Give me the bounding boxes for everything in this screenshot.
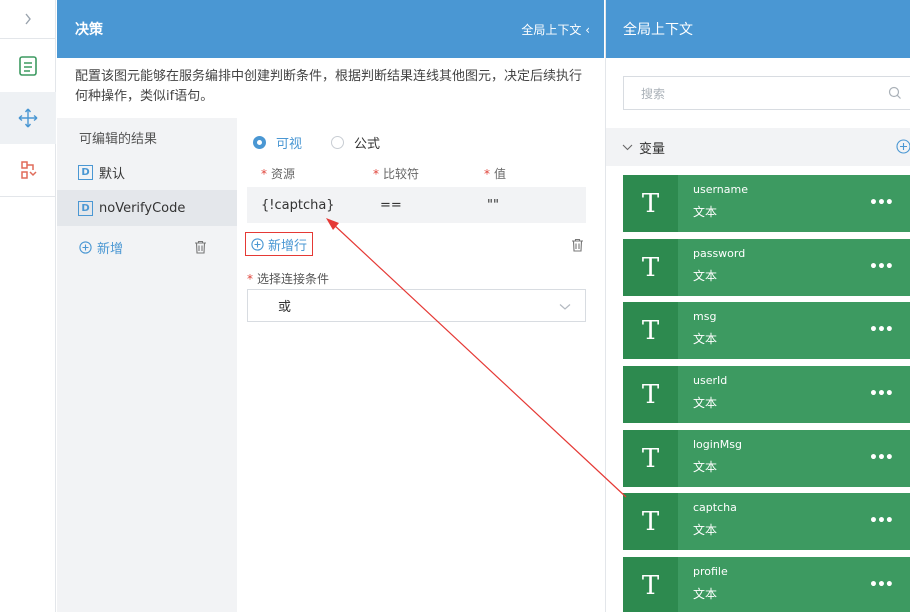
mode-radio-group: 可视 公式 — [253, 133, 380, 152]
decision-description: 配置该图元能够在服务编排中创建判断条件，根据判断结果连线其他图元，决定后续执行何… — [75, 69, 583, 104]
variables-section-label: 变量 — [639, 141, 666, 157]
variable-card[interactable]: T username 文本 ••• — [623, 175, 910, 232]
search-icon[interactable] — [888, 86, 902, 103]
more-options-icon[interactable]: ••• — [869, 259, 894, 275]
variable-type: 文本 — [693, 269, 718, 283]
condition-row[interactable]: {!captcha} == "" — [247, 187, 586, 223]
more-options-icon[interactable]: ••• — [869, 450, 894, 466]
results-list: 可编辑的结果 D 默认 D noVerifyCode 新增 — [57, 118, 237, 612]
plus-circle-icon — [251, 237, 264, 251]
radio-formula[interactable] — [331, 136, 345, 149]
variable-type: 文本 — [693, 523, 718, 537]
variable-card[interactable]: T captcha 文本 ••• — [623, 493, 910, 550]
search-input[interactable]: 搜索 — [623, 76, 910, 110]
results-title: 可编辑的结果 — [79, 132, 158, 147]
variable-name: captcha — [693, 501, 737, 514]
radio-formula-label[interactable]: 公式 — [354, 133, 380, 152]
condition-operator[interactable]: == — [380, 198, 402, 213]
variable-name: msg — [693, 310, 717, 323]
variable-card[interactable]: T loginMsg 文本 ••• — [623, 430, 910, 487]
rail-divider — [0, 38, 56, 39]
connect-condition-value: 或 — [278, 300, 292, 315]
result-item-default[interactable]: D 默认 — [57, 154, 237, 190]
variable-card[interactable]: T password 文本 ••• — [623, 239, 910, 296]
chevron-down-icon — [559, 300, 571, 315]
variable-type: 文本 — [693, 396, 718, 410]
app-root: 决策 全局上下文 ‹ 配置该图元能够在服务编排中创建判断条件，根据判断结果连线其… — [0, 0, 910, 612]
column-header-resource: * 资源 — [261, 167, 296, 181]
connect-condition-label: * 选择连接条件 — [247, 272, 330, 286]
text-type-icon: T — [623, 366, 678, 423]
variable-name: userId — [693, 374, 728, 387]
more-options-icon[interactable]: ••• — [869, 322, 894, 338]
result-item-noverifycode[interactable]: D noVerifyCode — [57, 190, 237, 226]
branch-icon[interactable] — [0, 144, 56, 196]
global-context-panel: 全局上下文 搜索 变量 T username 文本 ••• T password… — [605, 0, 910, 612]
rail-divider — [0, 196, 56, 197]
variable-type: 文本 — [693, 332, 718, 346]
result-label: 默认 — [99, 166, 126, 182]
text-type-icon: T — [623, 557, 678, 612]
radio-visual-label[interactable]: 可视 — [276, 133, 302, 152]
add-result-button[interactable]: 新增 — [79, 238, 123, 257]
condition-resource[interactable]: {!captcha} — [261, 198, 335, 213]
add-result-label: 新增 — [97, 242, 124, 257]
condition-value[interactable]: "" — [487, 198, 499, 213]
text-type-icon: T — [623, 175, 678, 232]
variable-name: username — [693, 183, 748, 196]
decision-panel: 决策 全局上下文 ‹ 配置该图元能够在服务编排中创建判断条件，根据判断结果连线其… — [57, 0, 604, 612]
variables-section-header[interactable]: 变量 — [606, 128, 910, 166]
add-variable-icon[interactable] — [896, 139, 910, 158]
delete-row-icon[interactable] — [571, 237, 584, 256]
variable-card[interactable]: T msg 文本 ••• — [623, 302, 910, 359]
search-placeholder: 搜索 — [641, 86, 666, 101]
result-label: noVerifyCode — [99, 200, 186, 216]
move-icon[interactable] — [0, 92, 56, 144]
variable-name: profile — [693, 565, 728, 578]
decision-header: 决策 全局上下文 ‹ — [57, 0, 604, 58]
plus-circle-icon — [79, 241, 92, 254]
more-options-icon[interactable]: ••• — [869, 386, 894, 402]
variable-name: loginMsg — [693, 438, 743, 451]
context-title: 全局上下文 — [606, 0, 910, 58]
more-options-icon[interactable]: ••• — [869, 195, 894, 211]
column-header-value: * 值 — [484, 167, 507, 181]
more-options-icon[interactable]: ••• — [869, 577, 894, 593]
variable-type: 文本 — [693, 587, 718, 601]
connect-condition-select[interactable]: 或 — [247, 289, 586, 322]
variable-name: password — [693, 247, 746, 260]
variable-card[interactable]: T userId 文本 ••• — [623, 366, 910, 423]
variable-card[interactable]: T profile 文本 ••• — [623, 557, 910, 612]
list-doc-icon[interactable] — [0, 40, 56, 92]
radio-visual[interactable] — [253, 136, 266, 149]
decision-badge-icon: D — [78, 200, 93, 216]
variable-type: 文本 — [693, 460, 718, 474]
text-type-icon: T — [623, 430, 678, 487]
chevron-down-icon — [622, 144, 633, 150]
global-context-toggle[interactable]: 全局上下文 ‹ — [521, 21, 590, 38]
variable-type: 文本 — [693, 205, 718, 219]
more-options-icon[interactable]: ••• — [869, 513, 894, 529]
text-type-icon: T — [623, 302, 678, 359]
left-rail — [0, 0, 56, 612]
delete-result-icon[interactable] — [194, 239, 207, 258]
add-row-button[interactable]: 新增行 — [245, 232, 314, 256]
text-type-icon: T — [623, 239, 678, 296]
decision-title: 决策 — [75, 22, 103, 38]
text-type-icon: T — [623, 493, 678, 550]
chevron-right-icon[interactable] — [0, 0, 56, 38]
column-header-operator: * 比较符 — [373, 167, 420, 181]
add-row-label: 新增行 — [268, 238, 308, 254]
decision-badge-icon: D — [78, 164, 93, 180]
